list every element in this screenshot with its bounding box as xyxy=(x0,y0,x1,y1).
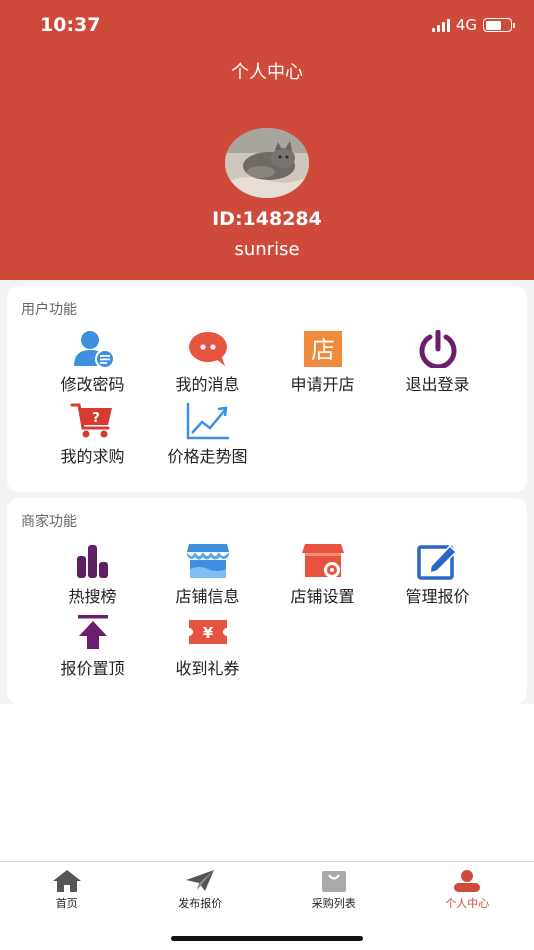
item-label: 修改密码 xyxy=(60,375,125,394)
shop-settings-button[interactable]: 店铺设置 xyxy=(265,542,380,614)
logout-button[interactable]: 退出登录 xyxy=(380,330,495,402)
pin-top-icon xyxy=(77,615,108,649)
price-trend-button[interactable]: 价格走势图 xyxy=(150,402,265,474)
hot-search-button[interactable]: 热搜榜 xyxy=(35,542,150,614)
user-id: ID:148284 xyxy=(212,208,322,230)
home-indicator[interactable] xyxy=(171,936,363,941)
tab-label: 发布报价 xyxy=(178,897,223,910)
username: sunrise xyxy=(234,239,300,260)
shop-apply-icon: 店 xyxy=(303,331,342,367)
shop-info-button[interactable]: 店铺信息 xyxy=(150,542,265,614)
received-coupons-button[interactable]: ¥ 收到礼券 xyxy=(150,614,265,686)
pin-quote-top-button[interactable]: 报价置顶 xyxy=(35,614,150,686)
my-purchase-requests-button[interactable]: ? 我的求购 xyxy=(35,402,150,474)
user-functions-grid: 修改密码 我的消息 店 申请开店 退出登录 ? 我的求购 价格走势图 xyxy=(35,330,495,474)
cart-question-icon: ? xyxy=(70,403,112,438)
message-bubble-icon xyxy=(188,332,227,366)
tab-profile[interactable]: 个人中心 xyxy=(401,862,534,950)
bar-rank-icon xyxy=(76,545,108,578)
signal-icon xyxy=(431,18,450,32)
item-label: 我的求购 xyxy=(60,447,125,466)
svg-text:?: ? xyxy=(92,411,100,426)
merchant-functions-card: 商家功能 热搜榜 店铺信息 店铺设置 管理报价 报价置顶 ¥ 收到礼券 xyxy=(7,498,527,704)
storefront-icon xyxy=(186,544,229,578)
network-type: 4G xyxy=(455,16,477,34)
tab-label: 采购列表 xyxy=(311,897,356,910)
profile-header: 10:37 4G 个人中心 ID:148284 sunrise xyxy=(0,0,534,280)
paper-plane-icon xyxy=(186,870,215,891)
store-settings-icon xyxy=(301,544,344,578)
home-icon xyxy=(52,870,81,892)
item-label: 申请开店 xyxy=(290,375,355,394)
item-label: 报价置顶 xyxy=(60,659,125,678)
content-empty-area xyxy=(0,704,534,861)
merchant-functions-grid: 热搜榜 店铺信息 店铺设置 管理报价 报价置顶 ¥ 收到礼券 xyxy=(35,542,495,686)
svg-text:¥: ¥ xyxy=(202,624,213,642)
avatar[interactable] xyxy=(225,128,309,198)
svg-text:店: 店 xyxy=(311,336,335,364)
cat-photo-icon xyxy=(225,128,309,198)
tab-home[interactable]: 首页 xyxy=(0,862,134,950)
trend-chart-icon xyxy=(186,403,229,440)
apply-shop-button[interactable]: 店 申请开店 xyxy=(265,330,380,402)
status-bar: 10:37 4G xyxy=(0,0,534,50)
item-label: 我的消息 xyxy=(175,375,240,394)
my-messages-button[interactable]: 我的消息 xyxy=(150,330,265,402)
tab-label: 首页 xyxy=(55,897,78,910)
section-title: 用户功能 xyxy=(21,302,77,318)
item-label: 店铺信息 xyxy=(175,587,240,606)
page-title: 个人中心 xyxy=(231,62,303,83)
coupon-icon: ¥ xyxy=(188,620,227,644)
person-icon xyxy=(454,870,481,892)
status-indicators: 4G xyxy=(431,16,515,34)
manage-quotes-button[interactable]: 管理报价 xyxy=(380,542,495,614)
user-functions-card: 用户功能 修改密码 我的消息 店 申请开店 退出登录 ? 我的求购 价格走势图 xyxy=(7,286,527,492)
user-edit-icon xyxy=(73,331,115,368)
item-label: 管理报价 xyxy=(405,587,470,606)
item-label: 店铺设置 xyxy=(290,587,355,606)
item-label: 收到礼券 xyxy=(175,659,240,678)
status-time: 10:37 xyxy=(40,14,101,36)
battery-icon xyxy=(483,18,515,32)
tab-label: 个人中心 xyxy=(445,897,490,910)
change-password-button[interactable]: 修改密码 xyxy=(35,330,150,402)
power-icon xyxy=(419,330,456,368)
item-label: 热搜榜 xyxy=(68,587,117,606)
edit-box-icon xyxy=(416,544,457,580)
section-title: 商家功能 xyxy=(21,514,77,530)
shopping-bag-icon xyxy=(321,871,346,892)
item-label: 退出登录 xyxy=(405,375,470,394)
item-label: 价格走势图 xyxy=(167,447,248,466)
